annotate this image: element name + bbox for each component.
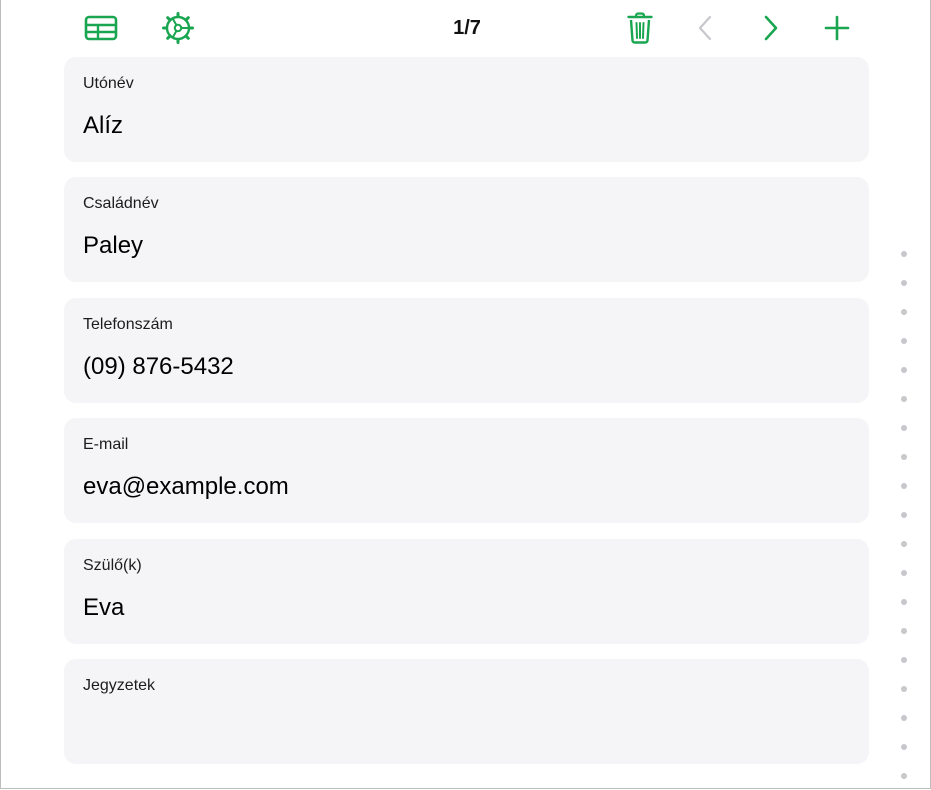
settings-button[interactable]: [159, 10, 197, 46]
scroll-index-dot: [901, 744, 907, 750]
scroll-index-dot: [901, 454, 907, 460]
field-value[interactable]: (09) 876-5432: [83, 352, 234, 382]
field-value[interactable]: Eva: [83, 593, 124, 623]
next-record-button[interactable]: [757, 12, 785, 44]
field-last-name[interactable]: Családnév Paley: [64, 177, 869, 282]
field-email[interactable]: E-mail eva@example.com: [64, 418, 869, 523]
record-counter: 1/7: [453, 17, 481, 39]
field-label: Szülő(k): [83, 557, 142, 574]
scroll-index-dot: [901, 425, 907, 431]
field-value[interactable]: Paley: [83, 231, 143, 261]
previous-record-button[interactable]: [691, 12, 719, 44]
scroll-index-dot: [901, 280, 907, 286]
scroll-index-dot: [901, 541, 907, 547]
field-label: Jegyzetek: [83, 677, 156, 694]
field-notes[interactable]: Jegyzetek: [64, 659, 869, 764]
chevron-left-icon: [698, 15, 712, 41]
record-form-window: 1/7 Utónév Alíz Családnév Paley Telefons…: [0, 0, 931, 789]
delete-record-button[interactable]: [623, 10, 657, 46]
field-parents[interactable]: Szülő(k) Eva: [64, 539, 869, 644]
scroll-index-dot: [901, 309, 907, 315]
toolbar: 1/7: [1, 0, 930, 56]
field-first-name[interactable]: Utónév Alíz: [64, 57, 869, 162]
scroll-index-dot: [901, 715, 907, 721]
chevron-right-icon: [764, 15, 778, 41]
field-label: E-mail: [83, 436, 129, 453]
field-value[interactable]: eva@example.com: [83, 472, 289, 502]
scroll-index-dot: [901, 628, 907, 634]
scroll-index-dot: [901, 686, 907, 692]
trash-icon: [627, 12, 653, 44]
field-label: Utónév: [83, 75, 134, 92]
scroll-index-dot: [901, 512, 907, 518]
plus-icon: [824, 15, 850, 41]
field-label: Családnév: [83, 195, 159, 212]
field-label: Telefonszám: [83, 316, 173, 333]
field-phone[interactable]: Telefonszám (09) 876-5432: [64, 298, 869, 403]
scroll-index-dot: [901, 570, 907, 576]
scroll-index-dot: [901, 773, 907, 779]
scroll-index-dot: [901, 251, 907, 257]
scroll-index-dot: [901, 396, 907, 402]
scroll-index-dot: [901, 338, 907, 344]
scroll-index-dot: [901, 657, 907, 663]
field-value[interactable]: Alíz: [83, 111, 123, 141]
table-view-button[interactable]: [83, 12, 119, 44]
scroll-index-dot: [901, 599, 907, 605]
scroll-index-dot: [901, 367, 907, 373]
add-record-button[interactable]: [821, 12, 853, 44]
table-icon: [84, 15, 118, 41]
gear-icon: [162, 12, 194, 44]
scroll-index-dot: [901, 483, 907, 489]
